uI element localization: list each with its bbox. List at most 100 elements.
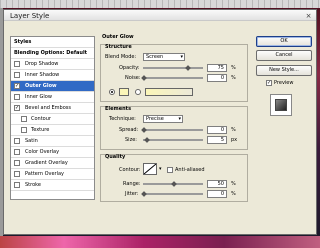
checkbox[interactable] [14, 94, 20, 100]
sidebar-item-label: Color Overlay [25, 149, 60, 155]
opacity-unit: % [231, 65, 236, 71]
technique-select[interactable]: Precise ▾ [143, 115, 183, 123]
sidebar-item-label: Bevel and Emboss [25, 105, 71, 111]
contour-curve-icon [143, 163, 157, 175]
blend-mode-label: Blend Mode: [105, 54, 137, 60]
window-title: Layer Style [10, 12, 50, 20]
style-preview-thumbnail [270, 94, 292, 116]
opacity-slider[interactable] [143, 67, 203, 69]
spread-input[interactable]: 0 [207, 126, 227, 134]
range-unit: % [231, 181, 236, 187]
spread-label: Spread: [119, 127, 139, 133]
sidebar-item-label: Satin [25, 138, 38, 144]
checkbox[interactable] [14, 138, 20, 144]
noise-slider[interactable] [143, 77, 203, 79]
sidebar-item-texture[interactable]: Texture [11, 125, 94, 136]
sidebar-item-inner-shadow[interactable]: Inner Shadow [11, 70, 94, 81]
sidebar-item-label: Inner Shadow [25, 72, 60, 78]
chevron-down-icon[interactable]: ▾ [159, 166, 162, 172]
size-label: Size: [125, 137, 137, 143]
quality-group: Quality Contour: ▾ Anti-aliased Range: 5… [100, 154, 248, 202]
sidebar-item-label: Drop Shadow [25, 61, 59, 67]
styles-list: Styles Blending Options: Default Drop Sh… [10, 36, 95, 200]
technique-label: Technique: [109, 116, 136, 122]
noise-label: Noise: [125, 75, 141, 81]
contour-picker[interactable] [143, 163, 157, 175]
sidebar-item-label: Styles [14, 39, 32, 45]
spread-unit: % [231, 127, 236, 133]
checkbox[interactable] [21, 127, 27, 133]
sidebar-item-pattern-overlay[interactable]: Pattern Overlay [11, 169, 94, 180]
desktop-ruler [0, 0, 320, 8]
structure-title: Structure [105, 44, 132, 50]
glow-gradient-picker[interactable] [145, 88, 193, 96]
range-label: Range: [123, 181, 141, 187]
checkbox[interactable] [14, 171, 20, 177]
anti-aliased-checkbox[interactable] [167, 167, 173, 173]
cancel-button[interactable]: Cancel [256, 50, 312, 61]
glow-color-swatch[interactable] [119, 88, 129, 96]
chevron-down-icon: ▾ [178, 116, 181, 122]
noise-input[interactable]: 0 [207, 74, 227, 82]
sidebar-item-inner-glow[interactable]: Inner Glow [11, 92, 94, 103]
outer-glow-panel: Outer Glow Structure Blend Mode: Screen … [98, 34, 254, 206]
sidebar-item-label: Stroke [25, 182, 41, 188]
jitter-input[interactable]: 0 [207, 190, 227, 198]
sidebar-item-label: Inner Glow [25, 94, 52, 100]
blend-mode-value: Screen [146, 54, 164, 60]
sidebar-item-label: Texture [31, 127, 50, 133]
sidebar-item-color-overlay[interactable]: Color Overlay [11, 147, 94, 158]
sidebar-item-outer-glow[interactable]: ✓ Outer Glow [11, 81, 94, 92]
size-unit: px [231, 137, 238, 143]
contour-label: Contour: [119, 167, 141, 173]
chevron-down-icon: ▾ [180, 54, 183, 60]
preview-label: Preview [274, 80, 294, 86]
gradient-radio[interactable] [135, 89, 141, 95]
checkbox-checked[interactable]: ✓ [14, 83, 20, 89]
elements-group: Elements Technique: Precise ▾ Spread: 0 … [100, 106, 248, 150]
sidebar-item-label: Outer Glow [25, 83, 57, 89]
size-slider[interactable] [143, 139, 203, 141]
ok-button[interactable]: OK [256, 36, 312, 47]
sidebar-item-styles[interactable]: Styles [11, 37, 94, 48]
sidebar-item-satin[interactable]: Satin [11, 136, 94, 147]
noise-unit: % [231, 75, 236, 81]
blend-mode-select[interactable]: Screen ▾ [143, 53, 185, 61]
preview-checkbox[interactable]: ✓ [266, 80, 272, 86]
sidebar-item-label: Pattern Overlay [25, 171, 65, 177]
elements-title: Elements [105, 106, 132, 112]
title-bar: Layer Style × [4, 10, 316, 21]
sidebar-item-stroke[interactable]: Stroke [11, 180, 94, 191]
opacity-input[interactable]: 75 [207, 64, 227, 72]
desktop-background-strip [0, 236, 320, 248]
range-input[interactable]: 50 [207, 180, 227, 188]
quality-title: Quality [105, 154, 126, 160]
sidebar-item-label: Blending Options: Default [14, 50, 88, 56]
checkbox-checked[interactable]: ✓ [14, 105, 20, 111]
technique-value: Precise [146, 116, 164, 122]
checkbox[interactable] [14, 72, 20, 78]
checkbox[interactable] [14, 182, 20, 188]
sidebar-item-label: Contour [31, 116, 51, 122]
opacity-label: Opacity: [119, 65, 140, 71]
sidebar-item-label: Gradient Overlay [25, 160, 68, 166]
close-icon[interactable]: × [304, 12, 313, 20]
spread-slider[interactable] [143, 129, 203, 131]
sidebar-item-drop-shadow[interactable]: Drop Shadow [11, 59, 94, 70]
anti-aliased-label: Anti-aliased [175, 167, 205, 173]
jitter-slider[interactable] [143, 193, 203, 195]
layer-style-dialog: Layer Style × Styles Blending Options: D… [3, 9, 317, 235]
sidebar-item-blending-options[interactable]: Blending Options: Default [11, 48, 94, 59]
sidebar-item-contour[interactable]: Contour [11, 114, 94, 125]
checkbox[interactable] [14, 61, 20, 67]
sidebar-item-gradient-overlay[interactable]: Gradient Overlay [11, 158, 94, 169]
checkbox[interactable] [21, 116, 27, 122]
checkbox[interactable] [14, 149, 20, 155]
sidebar-item-bevel-emboss[interactable]: ✓ Bevel and Emboss [11, 103, 94, 114]
size-input[interactable]: 5 [207, 136, 227, 144]
panel-title: Outer Glow [102, 34, 134, 40]
solid-color-radio[interactable] [109, 89, 115, 95]
jitter-unit: % [231, 191, 236, 197]
checkbox[interactable] [14, 160, 20, 166]
new-style-button[interactable]: New Style... [256, 65, 312, 76]
